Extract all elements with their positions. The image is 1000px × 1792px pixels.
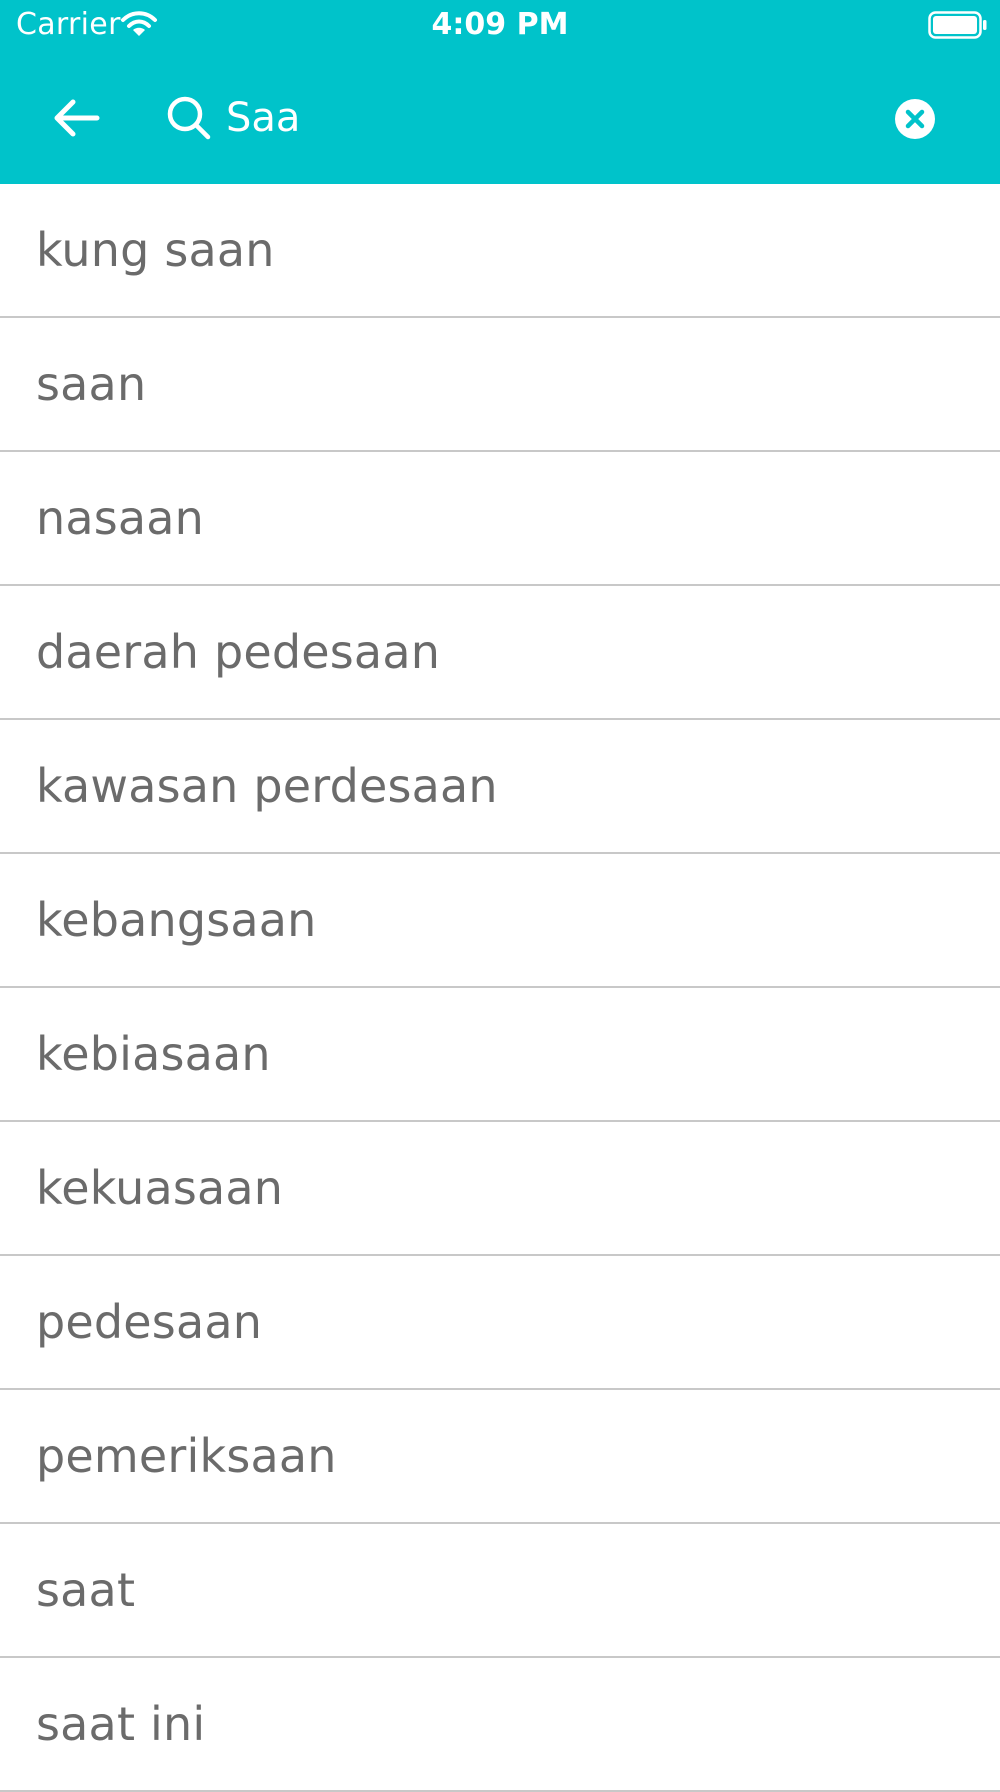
status-time: 4:09 PM [431,7,569,42]
back-button[interactable] [40,82,112,154]
result-label: saat ini [36,1697,206,1751]
result-list-item[interactable]: kung saan [0,184,1000,318]
search-results-list: kung saan saan nasaan daerah pedesaan kawasa… [0,184,1000,1792]
result-list-item[interactable]: nasaan [0,452,1000,586]
result-label: kung saan [36,223,275,277]
search-input[interactable] [226,95,846,141]
result-list-item[interactable]: saat ini [0,1658,1000,1792]
result-label: kekuasaan [36,1161,284,1215]
clear-search-button[interactable] [892,96,938,142]
result-label: saan [36,357,147,411]
result-list-item[interactable]: kebangsaan [0,854,1000,988]
result-label: kebangsaan [36,893,317,947]
result-list-item[interactable]: kekuasaan [0,1122,1000,1256]
result-list-item[interactable]: saat [0,1524,1000,1658]
result-label: pemeriksaan [36,1429,337,1483]
search-icon [167,96,211,140]
search-toolbar [0,60,1000,170]
battery-icon [928,11,987,39]
result-label: saat [36,1563,136,1617]
result-label: kawasan perdesaan [36,759,498,813]
result-label: nasaan [36,491,205,545]
result-list-item[interactable]: saan [0,318,1000,452]
result-list-item[interactable]: kawasan perdesaan [0,720,1000,854]
app-header: Carrier 4:09 PM [0,0,1000,184]
result-list-item[interactable]: daerah pedesaan [0,586,1000,720]
result-label: pedesaan [36,1295,263,1349]
arrow-left-icon [54,99,100,137]
status-bar: Carrier 4:09 PM [0,0,1000,50]
search-field[interactable] [166,78,866,158]
result-list-item[interactable]: kebiasaan [0,988,1000,1122]
result-list-item[interactable]: pedesaan [0,1256,1000,1390]
result-label: kebiasaan [36,1027,271,1081]
result-label: daerah pedesaan [36,625,441,679]
result-list-item[interactable]: pemeriksaan [0,1390,1000,1524]
